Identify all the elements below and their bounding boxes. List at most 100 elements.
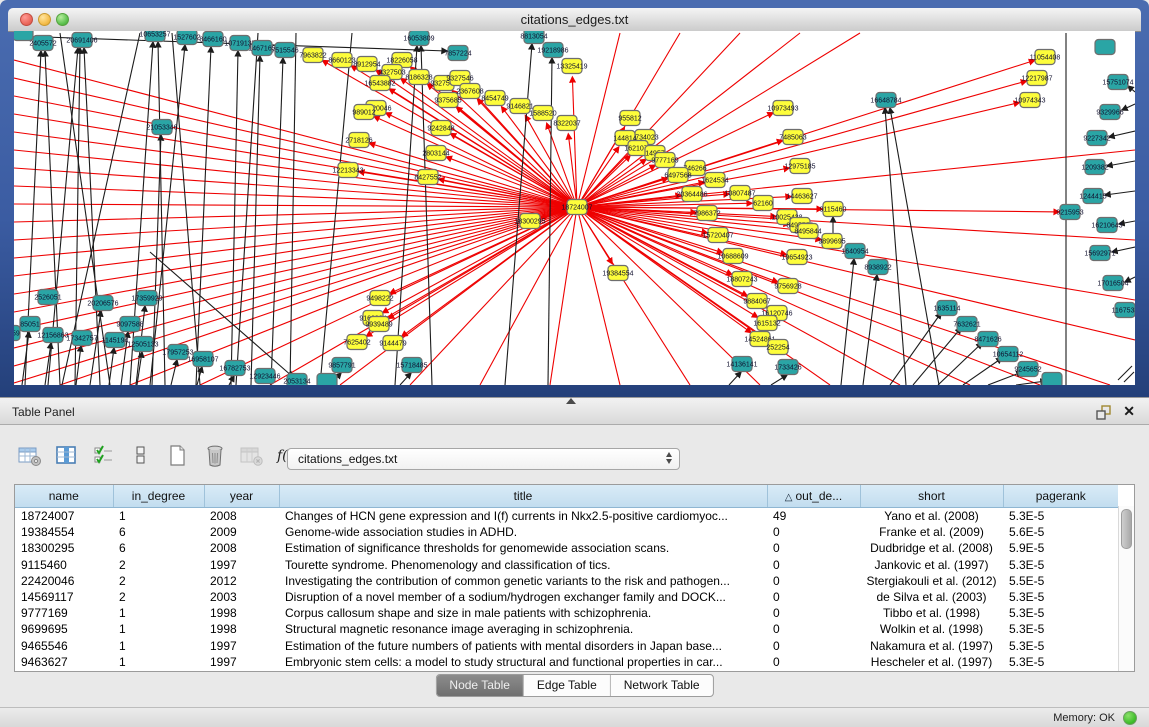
- graph-node[interactable]: 8912954: [353, 57, 380, 72]
- column-header-short[interactable]: short: [860, 485, 1003, 508]
- graph-node[interactable]: 19384554: [602, 266, 633, 281]
- graph-node[interactable]: 7857224: [444, 46, 471, 61]
- table-cell[interactable]: 0: [767, 654, 860, 670]
- graph-node[interactable]: 85051: [20, 317, 40, 332]
- column-header-year[interactable]: year: [204, 485, 279, 508]
- graph-node[interactable]: 10974343: [1014, 93, 1045, 108]
- graph-node[interactable]: 8427552: [414, 170, 441, 185]
- table-cell[interactable]: 1998: [204, 605, 279, 621]
- graph-node[interactable]: 252254: [766, 340, 789, 355]
- network-canvas[interactable]: 1872400779638228660123891295418226058932…: [14, 31, 1135, 385]
- table-cell[interactable]: 5.3E-5: [1003, 508, 1118, 525]
- graph-node[interactable]: 955812: [618, 111, 641, 126]
- graph-node[interactable]: 9097588: [116, 317, 143, 332]
- graph-node[interactable]: 14463627: [786, 189, 817, 204]
- table-cell[interactable]: 5.5E-5: [1003, 573, 1118, 589]
- graph-node[interactable]: 9227342: [1083, 131, 1110, 146]
- table-cell[interactable]: 19384554: [15, 524, 113, 540]
- graph-node[interactable]: 8938922: [864, 260, 891, 275]
- select-rows-button[interactable]: [92, 444, 116, 468]
- table-cell[interactable]: 1: [113, 605, 204, 621]
- graph-node[interactable]: 8471626: [974, 332, 1001, 347]
- table-cell[interactable]: Yano et al. (2008): [860, 508, 1003, 525]
- graph-node[interactable]: 12217987: [1021, 71, 1052, 86]
- table-cell[interactable]: 1: [113, 654, 204, 670]
- graph-node[interactable]: 2367608: [456, 84, 483, 99]
- graph-node[interactable]: 9777169: [651, 153, 678, 168]
- graph-node[interactable]: 9899695: [818, 234, 845, 249]
- graph-node[interactable]: 16210643: [1091, 218, 1122, 233]
- graph-node[interactable]: 20364486: [676, 187, 707, 202]
- graph-node[interactable]: 9215953: [1056, 205, 1083, 220]
- table-cell[interactable]: Changes of HCN gene expression and I(f) …: [279, 508, 767, 525]
- graph-node[interactable]: 8454749: [481, 91, 508, 106]
- table-cell[interactable]: 5.6E-5: [1003, 524, 1118, 540]
- column-header-in_degree[interactable]: in_degree: [113, 485, 204, 508]
- graph-node[interactable]: 9144479: [379, 336, 406, 351]
- tab-edge-table[interactable]: Edge Table: [524, 675, 611, 696]
- table-row[interactable]: 1872400712008Changes of HCN gene express…: [15, 508, 1118, 525]
- graph-node[interactable]: 1588520: [529, 106, 556, 121]
- graph-node[interactable]: 8660123: [328, 53, 355, 68]
- table-cell[interactable]: 1997: [204, 638, 279, 654]
- graph-node[interactable]: 9857791: [328, 358, 355, 373]
- table-row[interactable]: 946362711997Embryonic stem cells: a mode…: [15, 654, 1118, 670]
- scrollbar-thumb[interactable]: [1121, 509, 1132, 549]
- graph-node[interactable]: 62160: [753, 196, 773, 211]
- table-cell[interactable]: 1998: [204, 621, 279, 637]
- node-table[interactable]: namein_degreeyeartitle△out_de...shortpag…: [14, 484, 1135, 672]
- graph-node[interactable]: 7485063: [779, 130, 806, 145]
- table-cell[interactable]: 9115460: [15, 557, 113, 573]
- graph-node[interactable]: 13325419: [556, 59, 587, 74]
- graph-node[interactable]: 1640954: [841, 244, 868, 259]
- table-cell[interactable]: Estimation of significance thresholds fo…: [279, 540, 767, 556]
- graph-node[interactable]: 1624534: [701, 173, 728, 188]
- table-cell[interactable]: Franke et al. (2009): [860, 524, 1003, 540]
- graph-node[interactable]: 8322037: [553, 116, 580, 131]
- graph-node[interactable]: 9115460: [820, 202, 847, 217]
- table-cell[interactable]: 2: [113, 573, 204, 589]
- table-cell[interactable]: Wolkin et al. (1998): [860, 621, 1003, 637]
- table-cell[interactable]: 2: [113, 589, 204, 605]
- table-cell[interactable]: Jankovic et al. (1997): [860, 557, 1003, 573]
- table-cell[interactable]: 9777169: [15, 605, 113, 621]
- table-cell[interactable]: 0: [767, 573, 860, 589]
- graph-node[interactable]: 2718126: [345, 133, 372, 148]
- table-cell[interactable]: 5.3E-5: [1003, 589, 1118, 605]
- table-cell[interactable]: 2003: [204, 589, 279, 605]
- tab-network-table[interactable]: Network Table: [611, 675, 713, 696]
- table-cell[interactable]: 1: [113, 638, 204, 654]
- graph-node[interactable]: [1095, 40, 1115, 55]
- table-cell[interactable]: 0: [767, 621, 860, 637]
- delete-column-button[interactable]: [203, 444, 227, 468]
- table-cell[interactable]: 5.3E-5: [1003, 621, 1118, 637]
- graph-node[interactable]: 7986372: [693, 206, 720, 221]
- graph-node[interactable]: 7963822: [299, 48, 326, 63]
- graph-node[interactable]: 14136141: [726, 357, 757, 372]
- table-cell[interactable]: 6: [113, 524, 204, 540]
- table-cell[interactable]: 2012: [204, 573, 279, 589]
- graph-node[interactable]: 8466160: [199, 32, 226, 47]
- table-cell[interactable]: 6: [113, 540, 204, 556]
- graph-node[interactable]: 1527602: [173, 31, 200, 45]
- graph-node[interactable]: 9498222: [366, 291, 393, 306]
- table-cell[interactable]: Dudbridge et al. (2008): [860, 540, 1003, 556]
- table-cell[interactable]: Investigating the contribution of common…: [279, 573, 767, 589]
- table-cell[interactable]: 2: [113, 557, 204, 573]
- column-header-name[interactable]: name: [15, 485, 113, 508]
- table-row[interactable]: 1938455462009Genome-wide association stu…: [15, 524, 1118, 540]
- table-cell[interactable]: 18724007: [15, 508, 113, 525]
- vertical-scrollbar[interactable]: [1118, 506, 1134, 671]
- table-cell[interactable]: 0: [767, 540, 860, 556]
- table-cell[interactable]: 9465546: [15, 638, 113, 654]
- table-cell[interactable]: Genome-wide association studies in ADHD.: [279, 524, 767, 540]
- table-cell[interactable]: 0: [767, 638, 860, 654]
- float-panel-icon[interactable]: [1096, 405, 1111, 420]
- table-cell[interactable]: 0: [767, 605, 860, 621]
- graph-node[interactable]: 2526051: [34, 290, 61, 305]
- graph-node[interactable]: 20691406: [66, 33, 97, 48]
- table-cell[interactable]: 5.3E-5: [1003, 654, 1118, 670]
- graph-node[interactable]: 989012: [352, 105, 375, 120]
- graph-node[interactable]: 9884067: [743, 294, 770, 309]
- graph-node[interactable]: 8813054: [520, 31, 547, 44]
